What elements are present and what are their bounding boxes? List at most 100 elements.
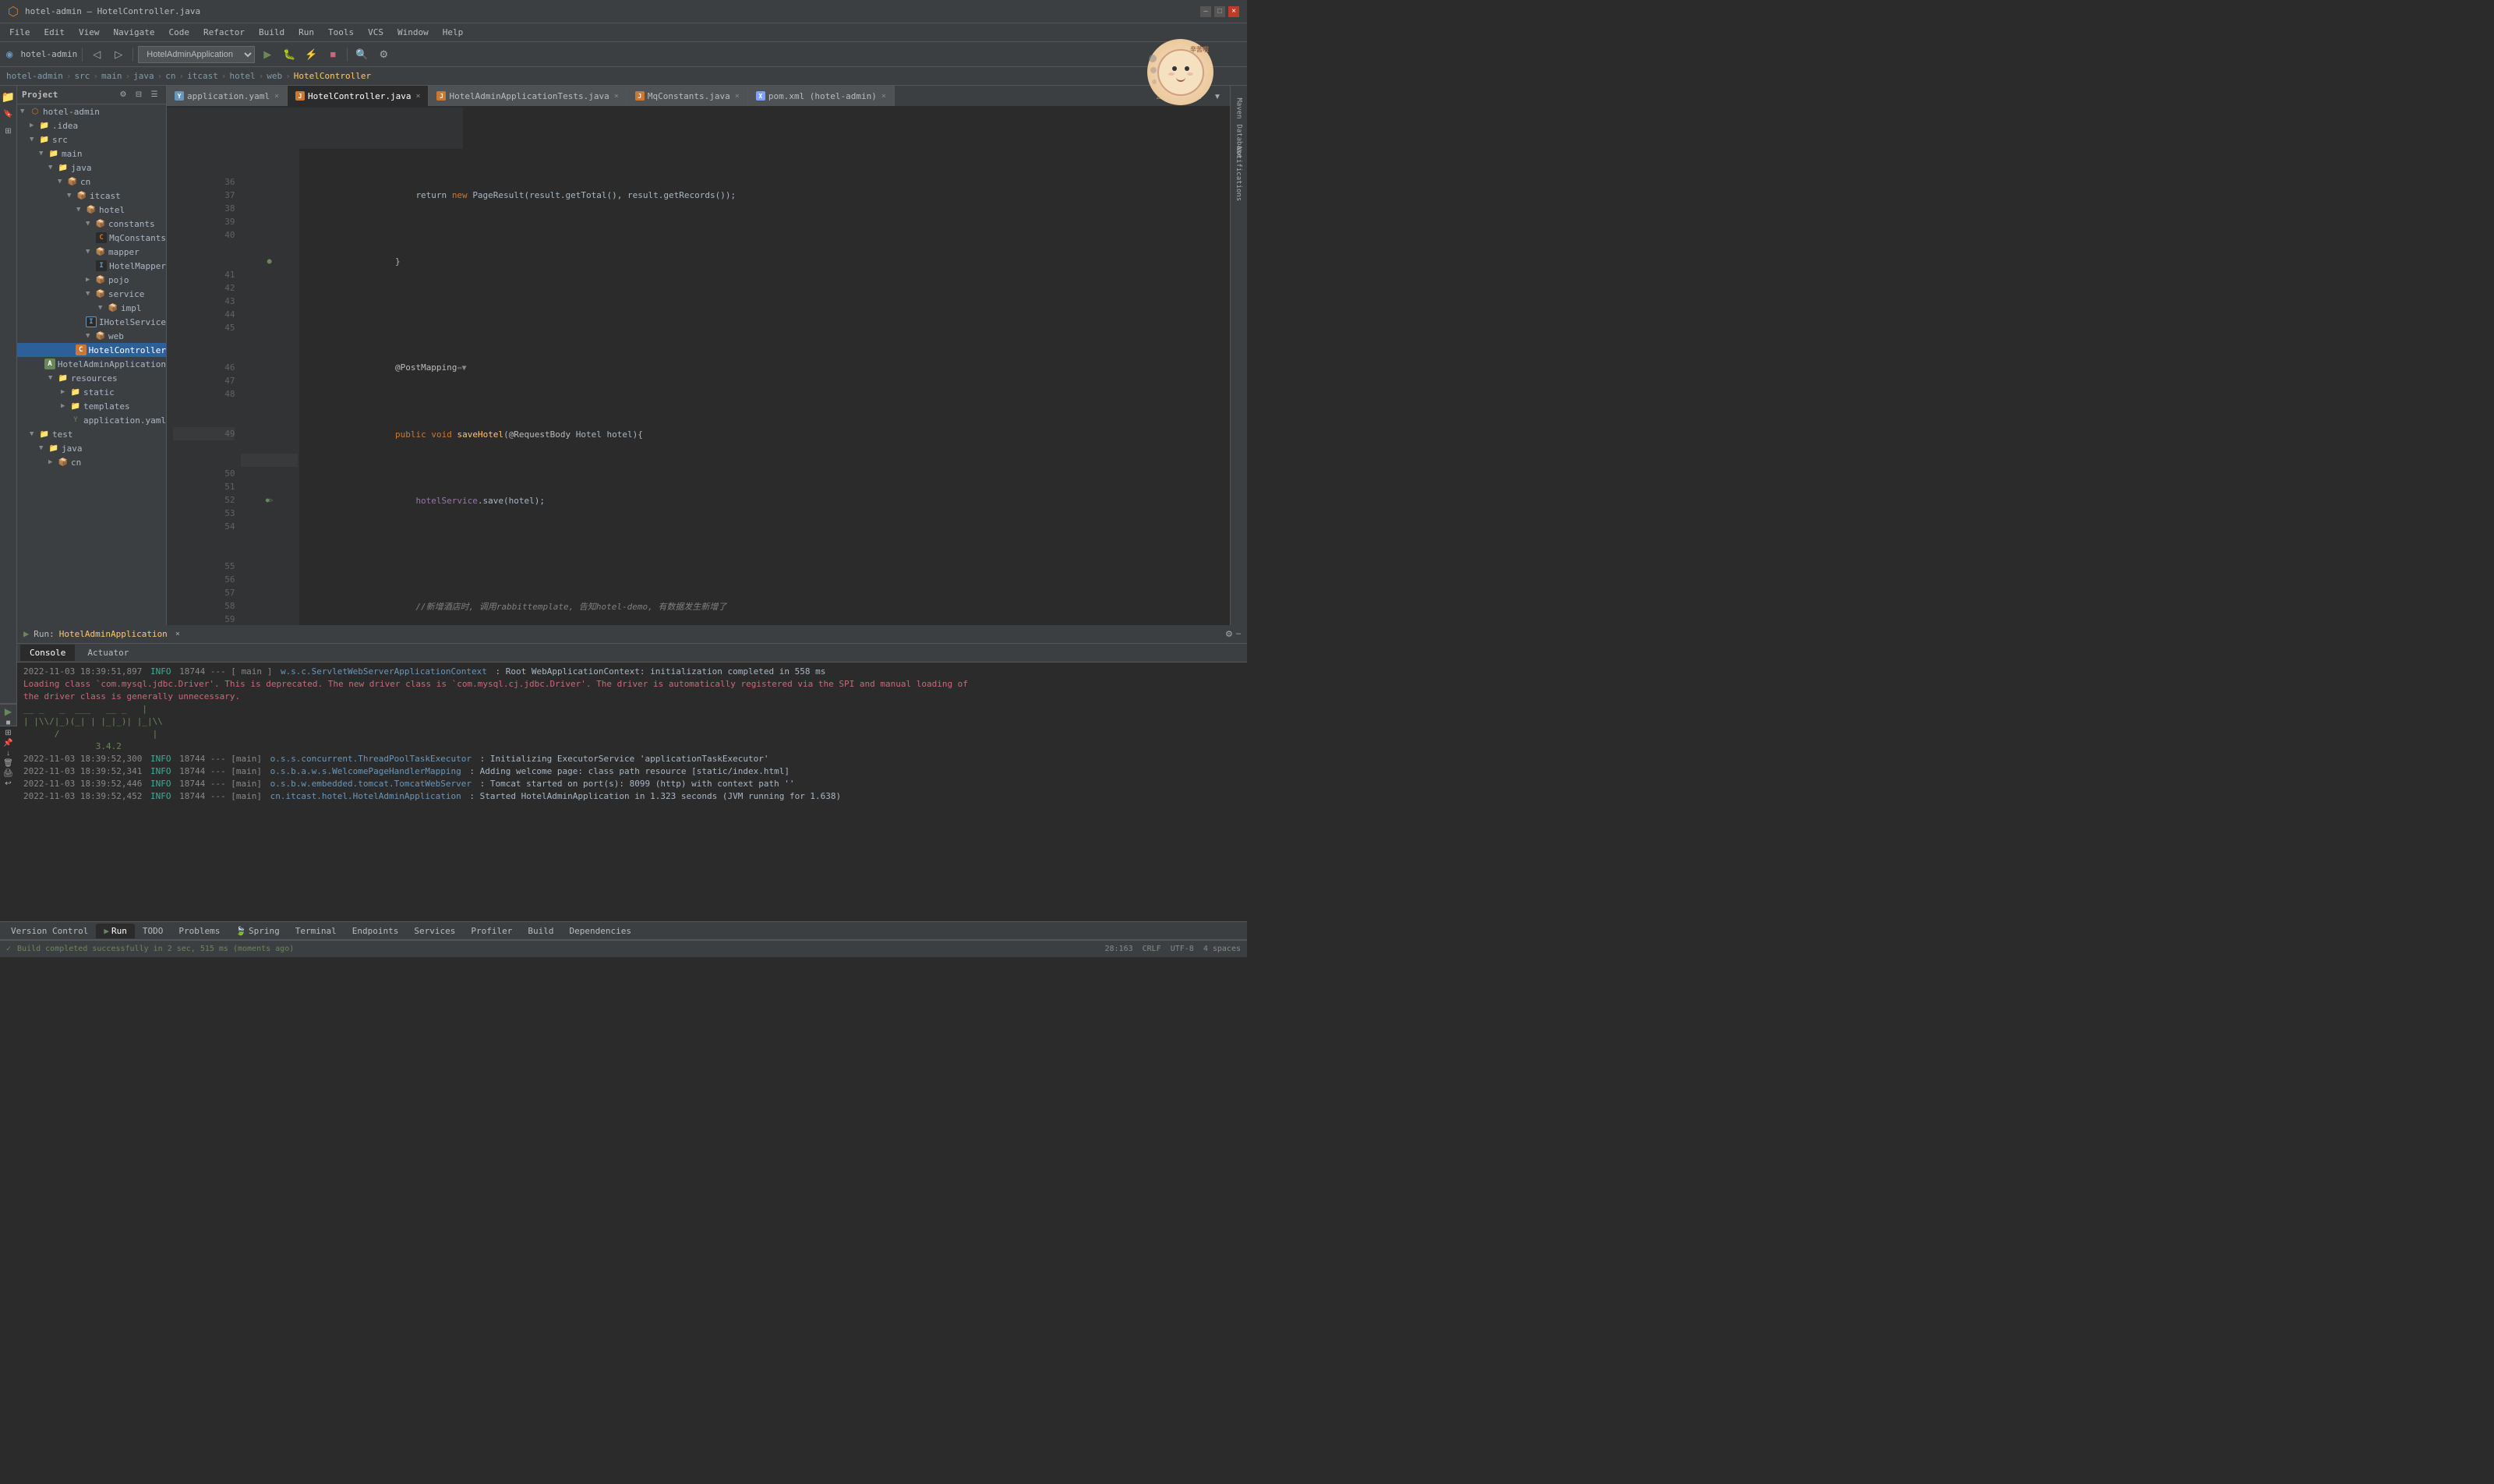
actuator-tab[interactable]: Actuator xyxy=(78,645,138,661)
back-button[interactable]: ◁ xyxy=(87,45,106,64)
tree-item-test-cn[interactable]: ▶ 📦 cn xyxy=(17,455,166,469)
breadcrumb-item-0[interactable]: hotel-admin xyxy=(6,71,63,81)
tree-item-ihotelservice[interactable]: I IHotelService xyxy=(17,315,166,329)
breadcrumb-item-2[interactable]: main xyxy=(101,71,122,81)
encoding[interactable]: UTF-8 xyxy=(1171,945,1194,953)
notifications-tab[interactable]: Notifications xyxy=(1235,147,1243,201)
project-settings-btn[interactable]: ⚙ xyxy=(116,88,130,102)
settings-run-btn[interactable]: ⚙ xyxy=(1225,629,1233,639)
services-tab[interactable]: Services xyxy=(406,924,463,938)
minimize-panel-btn[interactable]: – xyxy=(1236,629,1241,639)
menu-vcs[interactable]: VCS xyxy=(362,26,390,39)
tree-item-mqconstants[interactable]: C MqConstants xyxy=(17,231,166,245)
tree-item-test[interactable]: ▼ 📁 test xyxy=(17,427,166,441)
stop-button[interactable]: ■ xyxy=(323,45,342,64)
maven-tab[interactable]: Maven xyxy=(1235,97,1243,118)
tab-close-hoteladmintests[interactable]: × xyxy=(614,92,619,101)
run-status-tab[interactable]: ▶ Run xyxy=(96,924,135,938)
project-collapse-btn[interactable]: ⊟ xyxy=(132,88,146,102)
project-options-btn[interactable]: ☰ xyxy=(147,88,161,102)
tree-item-resources[interactable]: ▼ 📁 resources xyxy=(17,371,166,385)
menu-build[interactable]: Build xyxy=(253,26,291,39)
indent-info[interactable]: 4 spaces xyxy=(1203,945,1241,953)
tab-close-pom[interactable]: × xyxy=(881,92,886,101)
line-ending[interactable]: CRLF xyxy=(1143,945,1161,953)
tree-item-idea[interactable]: ▶ 📁 .idea xyxy=(17,118,166,132)
wrap-btn[interactable]: ↩ xyxy=(2,779,16,788)
tab-hotelcontroller[interactable]: J HotelController.java × xyxy=(288,86,429,106)
tree-item-cn[interactable]: ▼ 📦 cn xyxy=(17,175,166,189)
menu-help[interactable]: Help xyxy=(436,26,470,39)
run-close-btn[interactable]: × xyxy=(175,630,180,638)
tree-item-java[interactable]: ▼ 📁 java xyxy=(17,161,166,175)
breadcrumb-item-5[interactable]: itcast xyxy=(187,71,218,81)
breadcrumb-item-8[interactable]: HotelController xyxy=(294,71,371,81)
menu-tools[interactable]: Tools xyxy=(322,26,360,39)
settings-button[interactable]: ⚙ xyxy=(374,45,393,64)
breadcrumb-item-3[interactable]: java xyxy=(133,71,154,81)
menu-run[interactable]: Run xyxy=(292,26,320,39)
console-tab[interactable]: Console xyxy=(20,645,75,661)
tab-pom[interactable]: X pom.xml (hotel-admin) × xyxy=(748,86,895,106)
app-selector[interactable]: HotelAdminApplication xyxy=(138,46,255,63)
menu-view[interactable]: View xyxy=(72,26,106,39)
menu-code[interactable]: Code xyxy=(162,26,196,39)
tree-item-templates[interactable]: ▶ 📁 templates xyxy=(17,399,166,413)
search-everywhere[interactable]: 🔍 xyxy=(352,45,371,64)
menu-navigate[interactable]: Navigate xyxy=(108,26,161,39)
tree-item-pojo[interactable]: ▶ 📦 pojo xyxy=(17,273,166,287)
menu-file[interactable]: File xyxy=(3,26,37,39)
tree-item-hotelmapper[interactable]: I HotelMapper xyxy=(17,259,166,273)
cursor-position[interactable]: 28:163 xyxy=(1105,945,1133,953)
project-view-button[interactable]: 📁 xyxy=(1,89,16,104)
build-tab[interactable]: Build xyxy=(520,924,561,938)
scroll-end-btn[interactable]: ↓ xyxy=(2,749,16,758)
breadcrumb-item-4[interactable]: cn xyxy=(165,71,175,81)
maximize-button[interactable]: □ xyxy=(1214,6,1225,17)
tree-item-root[interactable]: ▼ ⬡ hotel-admin xyxy=(17,104,166,118)
stop-run-btn[interactable]: ■ xyxy=(2,719,16,727)
structure-button[interactable]: ⊞ xyxy=(1,123,16,139)
spring-tab[interactable]: 🍃 Spring xyxy=(228,924,287,938)
run-again-btn[interactable]: ▶ xyxy=(2,706,16,717)
bookmark-button[interactable]: 🔖 xyxy=(1,106,16,122)
tree-item-constants[interactable]: ▼ 📦 constants xyxy=(17,217,166,231)
run-with-coverage[interactable]: ⚡ xyxy=(302,45,320,64)
restore-layout-btn[interactable]: ⊞ xyxy=(2,729,16,737)
code-content[interactable]: 3637383940 4142434445 464748 49 50515253… xyxy=(167,108,1230,703)
tab-mqconstants[interactable]: J MqConstants.java × xyxy=(627,86,748,106)
console-output[interactable]: 2022-11-03 18:39:51,897 INFO 18744 --- [… xyxy=(17,662,1247,806)
tree-item-appyaml[interactable]: Y application.yaml xyxy=(17,413,166,427)
run-button[interactable]: ▶ xyxy=(258,45,277,64)
close-button[interactable]: × xyxy=(1228,6,1239,17)
tree-item-static[interactable]: ▶ 📁 static xyxy=(17,385,166,399)
tree-item-main[interactable]: ▼ 📁 main xyxy=(17,147,166,161)
forward-button[interactable]: ▷ xyxy=(109,45,128,64)
tree-item-src[interactable]: ▼ 📁 src xyxy=(17,132,166,147)
tab-close-appyaml[interactable]: × xyxy=(274,92,279,101)
breadcrumb-item-7[interactable]: web xyxy=(267,71,282,81)
breadcrumb-item-6[interactable]: hotel xyxy=(229,71,255,81)
tree-item-hoteladminapplication[interactable]: A HotelAdminApplication xyxy=(17,357,166,371)
problems-tab[interactable]: Problems xyxy=(171,924,228,938)
print-btn[interactable]: 🖨 xyxy=(2,769,16,778)
tree-item-web[interactable]: ▼ 📦 web xyxy=(17,329,166,343)
pin-tab-btn[interactable]: 📌 xyxy=(2,739,16,747)
endpoints-tab[interactable]: Endpoints xyxy=(344,924,407,938)
clear-output-btn[interactable]: 🗑 xyxy=(2,759,16,768)
menu-window[interactable]: Window xyxy=(391,26,435,39)
tree-item-impl[interactable]: ▼ 📦 impl xyxy=(17,301,166,315)
version-control-tab[interactable]: Version Control xyxy=(3,924,96,938)
menu-refactor[interactable]: Refactor xyxy=(197,26,251,39)
tree-item-hotelcontroller[interactable]: C HotelController xyxy=(17,343,166,357)
tree-item-itcast[interactable]: ▼ 📦 itcast xyxy=(17,189,166,203)
tab-hoteladmintests[interactable]: J HotelAdminApplicationTests.java × xyxy=(429,86,627,106)
tree-item-mapper[interactable]: ▼ 📦 mapper xyxy=(17,245,166,259)
breadcrumb-item-1[interactable]: src xyxy=(74,71,90,81)
tree-item-test-java[interactable]: ▼ 📁 java xyxy=(17,441,166,455)
tree-item-service[interactable]: ▼ 📦 service xyxy=(17,287,166,301)
dependencies-tab[interactable]: Dependencies xyxy=(561,924,638,938)
code-lines[interactable]: return new PageResult(result.getTotal(),… xyxy=(299,149,1224,703)
menu-edit[interactable]: Edit xyxy=(38,26,72,39)
minimize-button[interactable]: – xyxy=(1200,6,1211,17)
